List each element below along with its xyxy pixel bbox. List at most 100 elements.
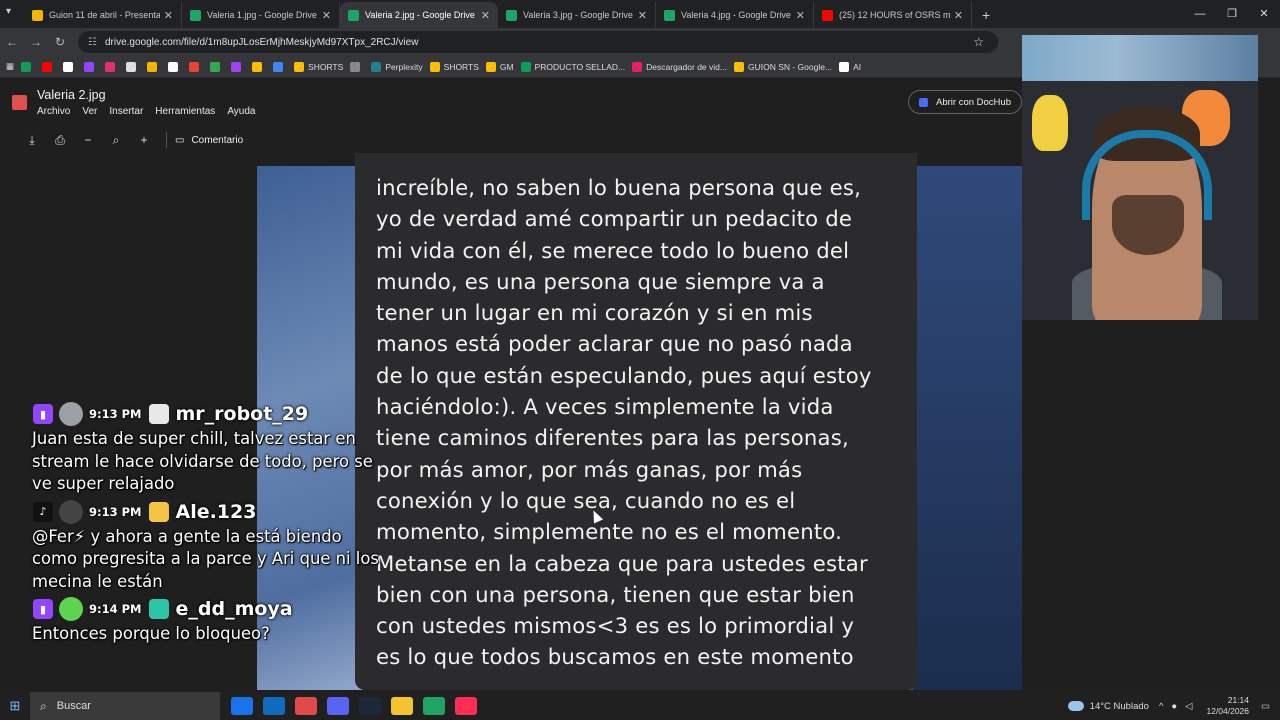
bookmark-item[interactable]: Perplexity — [371, 61, 423, 72]
url-field[interactable]: ☷ drive.google.com/file/d/1m8upJLosErMjh… — [78, 31, 998, 53]
browser-tab[interactable]: Valeria 1.jpg - Google Drive ✕ — [182, 2, 340, 28]
back-icon[interactable]: ← — [0, 35, 24, 49]
bookmark-star-icon[interactable]: ☆ — [973, 35, 984, 49]
zoom-in-icon[interactable]: + — [130, 133, 158, 147]
bookmark-item[interactable] — [350, 61, 364, 72]
new-tab-button[interactable]: + — [982, 2, 990, 28]
restore-icon[interactable]: ❐ — [1216, 0, 1248, 28]
minimize-icon[interactable]: — — [1184, 0, 1216, 28]
browser-tab[interactable]: Valeria 3.jpg - Google Drive ✕ — [498, 2, 656, 28]
bookmark-item[interactable] — [273, 61, 287, 72]
chat-text: Entonces porque lo bloqueo? — [32, 624, 270, 643]
bookmark-item[interactable] — [105, 61, 119, 72]
volume-icon[interactable]: ◁ — [1185, 701, 1192, 712]
taskbar-app-icon[interactable] — [423, 697, 445, 715]
bookmark-item[interactable] — [168, 61, 182, 72]
url-text: drive.google.com/file/d/1m8upJLosErMjhMe… — [104, 36, 419, 48]
taskbar-app-icon[interactable] — [231, 697, 253, 715]
tab-close-icon[interactable]: ✕ — [322, 9, 331, 22]
bookmark-item[interactable]: Descargador de vid... — [632, 61, 727, 72]
bookmark-item[interactable]: PRODUCTO SELLAD... — [520, 61, 625, 72]
taskbar-app-icon[interactable] — [455, 697, 477, 715]
user-badge-icon — [149, 501, 170, 522]
bookmark-item[interactable]: GM — [485, 61, 514, 72]
zoom-out-icon[interactable]: − — [74, 133, 102, 147]
tab-close-icon[interactable]: ✕ — [796, 9, 805, 22]
image-text: increíble, no saben lo buena persona que… — [376, 172, 896, 673]
comment-button[interactable]: ▭ Comentario — [175, 135, 243, 146]
menu-ayuda[interactable]: Ayuda — [227, 106, 255, 117]
bookmark-favicon-icon — [84, 61, 95, 72]
bookmark-label: SHORTS — [443, 61, 479, 72]
site-info-icon[interactable]: ☷ — [88, 37, 97, 48]
viewer-toolbar: ⤓ ⎙ − ⌕ + ▭ Comentario — [0, 127, 1022, 153]
taskbar-app-icon[interactable] — [359, 697, 381, 715]
bookmark-favicon-icon — [294, 61, 305, 72]
avatar — [59, 597, 83, 621]
zoom-icon[interactable]: ⌕ — [102, 133, 130, 148]
menu-ver[interactable]: Ver — [82, 106, 97, 117]
clock[interactable]: 21:14 12/04/2026 — [1206, 695, 1249, 717]
tab-search-icon[interactable]: ▾ — [6, 6, 11, 17]
browser-tab[interactable]: Valeria 2.jpg - Google Drive ✕ — [340, 2, 498, 28]
download-icon[interactable]: ⤓ — [18, 133, 46, 148]
menu-archivo[interactable]: Archivo — [37, 106, 70, 117]
windows-start-icon[interactable]: ⊞ — [0, 698, 30, 714]
browser-tab[interactable]: (25) 12 HOURS of OSRS mu ✕ — [814, 2, 972, 28]
browser-tab[interactable]: Guion 11 de abril - Presentació ✕ — [24, 2, 182, 28]
apps-icon[interactable]: ▦ — [6, 61, 14, 72]
bookmark-item[interactable]: AI — [839, 61, 862, 72]
microphone-icon[interactable]: ● — [1171, 701, 1177, 712]
chevron-up-icon[interactable]: ^ — [1159, 701, 1163, 712]
bookmark-favicon-icon — [63, 61, 74, 72]
bookmark-label: AI — [853, 61, 862, 72]
chat-text: ve super relajado — [32, 474, 175, 493]
tab-close-icon[interactable]: ✕ — [638, 9, 647, 22]
forward-icon[interactable]: → — [24, 35, 48, 49]
chat-time: 9:14 PM — [89, 602, 142, 616]
open-with-dochub-button[interactable]: Abrir con DocHub — [908, 90, 1022, 114]
taskbar-search[interactable]: ⌕ Buscar — [30, 692, 220, 720]
image-text-line: tener un lugar en mi corazón y si en mis — [376, 300, 813, 326]
bookmark-favicon-icon — [42, 61, 53, 72]
bookmark-item[interactable] — [63, 61, 77, 72]
bookmark-item[interactable] — [252, 61, 266, 72]
bookmark-favicon-icon — [147, 61, 158, 72]
menu-herramientas[interactable]: Herramientas — [155, 106, 215, 117]
tab-title: Valeria 2.jpg - Google Drive — [365, 10, 475, 20]
bookmark-item[interactable]: SHORTS — [429, 61, 479, 72]
tab-close-icon[interactable]: ✕ — [954, 9, 963, 22]
bookmark-favicon-icon — [273, 61, 284, 72]
close-icon[interactable]: ✕ — [1248, 0, 1280, 28]
bookmark-favicon-icon — [210, 61, 221, 72]
bookmark-favicon-icon — [520, 61, 531, 72]
tab-close-icon[interactable]: ✕ — [164, 9, 173, 22]
notifications-icon[interactable]: ▭ — [1261, 701, 1270, 712]
browser-tab[interactable]: Valeria 4.jpg - Google Drive ✕ — [656, 2, 814, 28]
taskbar-app-icon[interactable] — [263, 697, 285, 715]
bookmark-item[interactable] — [189, 61, 203, 72]
window-controls: — ❐ ✕ — [1184, 0, 1280, 28]
bookmark-item[interactable] — [21, 61, 35, 72]
bookmark-item[interactable] — [84, 61, 98, 72]
tab-close-icon[interactable]: ✕ — [481, 9, 490, 22]
print-icon[interactable]: ⎙ — [46, 133, 74, 148]
taskbar-app-icon[interactable] — [295, 697, 317, 715]
taskbar-app-icon[interactable] — [391, 697, 413, 715]
bookmark-item[interactable] — [231, 61, 245, 72]
webcam-overlay — [1022, 35, 1258, 320]
bookmark-item[interactable]: SHORTS — [294, 61, 343, 72]
bookmark-item[interactable] — [126, 61, 140, 72]
bookmark-item[interactable]: GUION SN - Google... — [733, 61, 832, 72]
bookmark-favicon-icon — [252, 61, 263, 72]
bookmark-item[interactable] — [42, 61, 56, 72]
taskbar-app-icon[interactable] — [327, 697, 349, 715]
bookmark-item[interactable] — [147, 61, 161, 72]
image-file-icon — [12, 95, 27, 110]
weather-widget[interactable]: 14°C Nublado — [1067, 701, 1149, 712]
reload-icon[interactable]: ↻ — [48, 35, 72, 49]
bookmark-item[interactable] — [210, 61, 224, 72]
menu-insertar[interactable]: Insertar — [109, 106, 143, 117]
plush-toy — [1032, 95, 1068, 151]
viewer-header — [0, 79, 1022, 127]
